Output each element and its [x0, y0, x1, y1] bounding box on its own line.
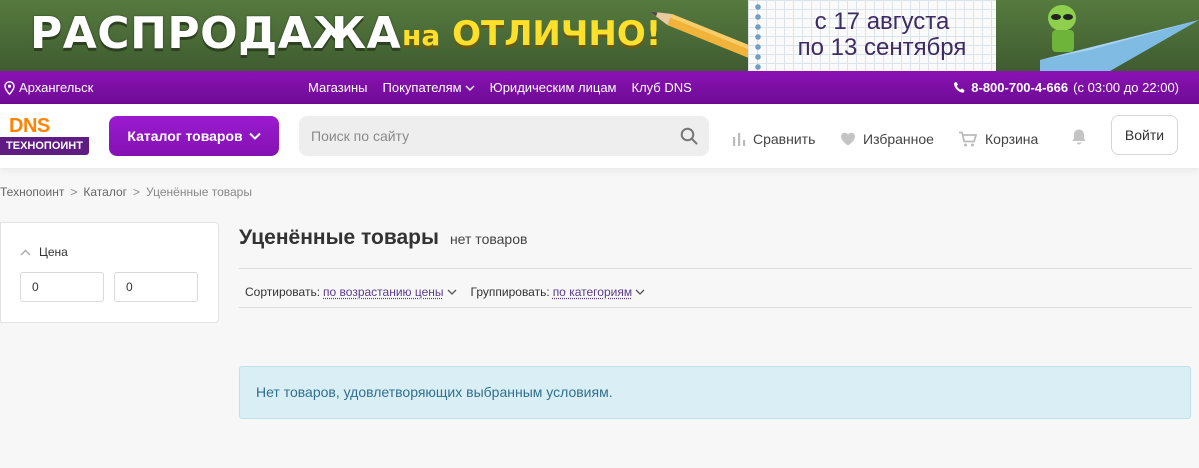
promo-banner[interactable]: РАСПРОДАЖА на ОТЛИЧНО! с 17 августа по 1…	[0, 0, 1199, 71]
banner-date-start: с 17 августа	[814, 8, 950, 35]
top-nav-club[interactable]: Клуб DNS	[632, 80, 692, 95]
sort-control[interactable]: Сортировать: по возрастанию цены	[245, 285, 457, 299]
price-max-input[interactable]	[114, 272, 198, 302]
logo[interactable]: DNS ТЕХНОПОИНТ	[0, 115, 89, 155]
group-control[interactable]: Группировать: по категориям	[471, 285, 646, 299]
search-input[interactable]	[299, 116, 669, 156]
product-count: нет товаров	[449, 231, 528, 247]
banner-title: РАСПРОДАЖА	[30, 8, 402, 59]
breadcrumb-current: Уценённые товары	[146, 185, 252, 199]
cart-icon	[959, 131, 978, 147]
site-header: DNS ТЕХНОПОИНТ Каталог товаров Сравнить …	[0, 104, 1199, 168]
top-bar: Архангельск Магазины Покупателям Юридиче…	[0, 71, 1199, 104]
compare-link[interactable]: Сравнить	[732, 131, 815, 147]
group-label: Группировать:	[470, 285, 550, 299]
breadcrumb-catalog[interactable]: Каталог	[83, 185, 127, 199]
catalog-button[interactable]: Каталог товаров	[109, 116, 279, 156]
search-bar	[299, 116, 709, 156]
city-selector[interactable]: Архангельск	[4, 80, 93, 95]
compare-icon	[733, 133, 746, 146]
breadcrumb-home[interactable]: Технопоинт	[0, 185, 64, 199]
phone-hours: (с 03:00 до 22:00)	[1073, 80, 1179, 95]
price-filter: Цена	[0, 222, 219, 323]
breadcrumb: Технопоинт > Каталог > Уценённые товары	[0, 185, 252, 199]
sort-bar: Сортировать: по возрастанию цены Группир…	[245, 285, 645, 299]
phone-icon	[954, 81, 965, 93]
price-filter-header[interactable]: Цена	[20, 245, 68, 259]
banner-subtitle-small: на	[402, 19, 441, 52]
compare-label: Сравнить	[753, 131, 816, 147]
breadcrumb-separator: >	[133, 185, 141, 199]
sort-value: по возрастанию цены	[323, 285, 444, 299]
top-nav: Магазины Покупателям Юридическим лицам К…	[308, 80, 692, 95]
catalog-button-label: Каталог товаров	[127, 128, 243, 144]
location-pin-icon	[4, 80, 15, 95]
top-nav-customers[interactable]: Покупателям	[383, 80, 475, 95]
chevron-down-icon	[635, 289, 645, 295]
divider	[239, 307, 1192, 308]
sort-label: Сортировать:	[245, 285, 321, 299]
group-value: по категориям	[552, 285, 633, 299]
search-icon[interactable]	[669, 116, 709, 156]
banner-dates: с 17 августа по 13 сентября	[782, 9, 982, 61]
breadcrumb-separator: >	[70, 185, 78, 199]
banner-subtitle-big: ОТЛИЧНО!	[452, 14, 662, 54]
heart-icon	[841, 132, 855, 146]
favorites-link[interactable]: Избранное	[840, 131, 934, 147]
banner-subtitle: на ОТЛИЧНО!	[402, 14, 661, 54]
chevron-down-icon	[465, 85, 475, 91]
divider	[239, 268, 1192, 269]
login-button[interactable]: Войти	[1111, 115, 1178, 155]
chevron-up-icon	[20, 249, 31, 255]
chevron-down-icon	[248, 132, 261, 140]
logo-technopoint: ТЕХНОПОИНТ	[0, 137, 89, 155]
price-filter-title: Цена	[39, 245, 68, 259]
top-nav-business[interactable]: Юридическим лицам	[490, 80, 617, 95]
phone-number: 8-800-700-4-666	[971, 80, 1069, 95]
logo-dns: DNS	[9, 115, 50, 137]
cart-link[interactable]: Корзина	[958, 131, 1038, 147]
notebook-holes	[754, 0, 762, 71]
top-nav-stores[interactable]: Магазины	[308, 80, 368, 95]
page-title: Уценённые товары нет товаров	[239, 226, 527, 250]
chevron-down-icon	[447, 289, 456, 295]
bell-icon	[1072, 129, 1086, 145]
city-name: Архангельск	[19, 80, 94, 95]
empty-results-alert: Нет товаров, удовлетворяющих выбранным у…	[239, 366, 1191, 419]
price-min-input[interactable]	[20, 272, 104, 302]
notifications-bell[interactable]	[1071, 128, 1087, 149]
favorites-label: Избранное	[863, 131, 934, 147]
page-heading: Уценённые товары	[239, 226, 439, 249]
cart-label: Корзина	[985, 131, 1039, 147]
banner-date-end: по 13 сентября	[797, 34, 967, 61]
phone-block[interactable]: 8-800-700-4-666 (с 03:00 до 22:00)	[953, 80, 1179, 95]
top-nav-customers-label: Покупателям	[382, 80, 462, 95]
